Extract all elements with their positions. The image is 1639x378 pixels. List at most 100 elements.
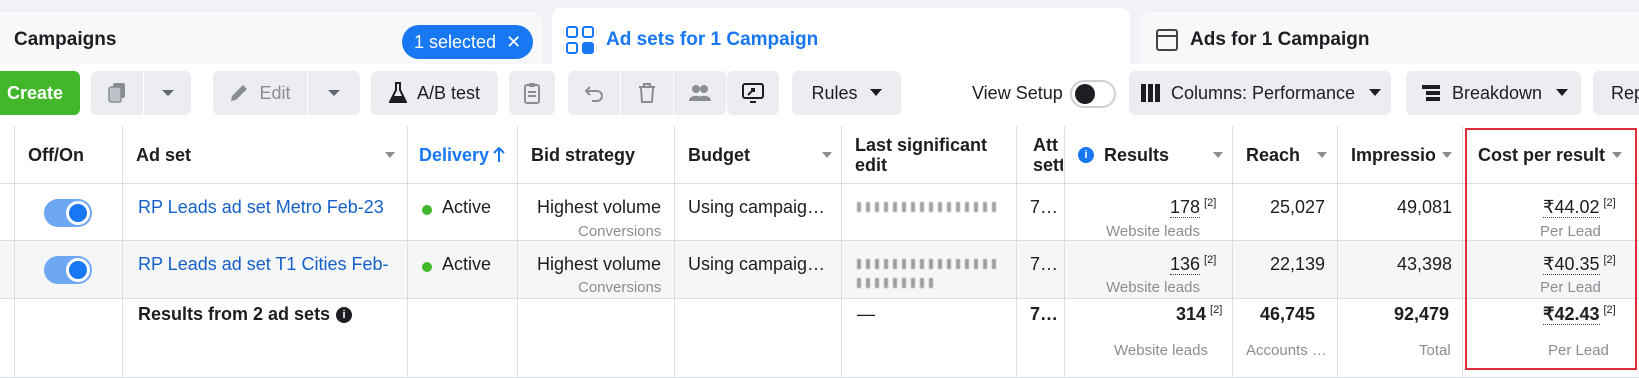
breakdown-icon — [1422, 85, 1440, 101]
summary-label: Results from 2 ad sets i — [138, 304, 353, 325]
results-sub: Website leads — [1106, 279, 1200, 296]
edit-dropdown-button[interactable] — [308, 71, 360, 115]
header-cost-per-result[interactable]: Cost per result — [1478, 126, 1605, 184]
info-icon[interactable]: i — [336, 307, 353, 324]
summary-results-sub: Website leads — [1114, 342, 1208, 359]
results-sort-icon[interactable] — [1213, 152, 1223, 158]
adset-name-link[interactable]: RP Leads ad set T1 Cities Feb-… — [138, 254, 388, 275]
summary-reach: 46,745 — [1260, 304, 1316, 324]
people-icon — [689, 85, 711, 101]
adsets-table: Off/On Ad set Delivery Bid strategy Budg… — [0, 126, 1639, 378]
header-delivery-label: Delivery — [419, 144, 490, 165]
create-button-label: Create — [6, 82, 64, 103]
columns-dropdown[interactable]: Columns: Performance — [1129, 71, 1391, 115]
attribution-value: 7… — [1030, 254, 1059, 274]
tab-campaigns[interactable]: Campaigns 1 selected ✕ — [0, 12, 542, 68]
summary-last-edit: — — [857, 304, 875, 324]
header-off-on[interactable]: Off/On — [28, 126, 84, 184]
cost-value[interactable]: ₹44.02 [2] — [1543, 197, 1616, 218]
clipboard-icon — [524, 83, 540, 104]
trash-icon — [639, 83, 655, 103]
top-strip — [0, 0, 1639, 8]
view-setup-toggle[interactable] — [1070, 80, 1116, 108]
results-value[interactable]: 178 [2] — [1170, 197, 1216, 218]
budget-sort-icon[interactable] — [822, 152, 832, 158]
summary-cost-sub: Per Lead — [1548, 342, 1609, 359]
bid-strategy: Highest volume — [537, 197, 662, 217]
breakdown-dropdown[interactable]: Breakdown — [1406, 71, 1581, 115]
header-ad-set[interactable]: Ad set — [136, 126, 191, 184]
reach-value: 25,027 — [1270, 197, 1326, 217]
undo-icon — [584, 86, 603, 102]
cost-value[interactable]: ₹40.35 [2] — [1543, 254, 1616, 275]
edit-button-label: Edit — [259, 82, 291, 103]
cost-sort-icon[interactable] — [1612, 152, 1622, 158]
impressions-sort-icon[interactable] — [1442, 152, 1452, 158]
adset-toggle[interactable] — [44, 199, 92, 227]
breakdown-label: Breakdown — [1452, 82, 1543, 103]
delivery-status: Active — [442, 254, 492, 274]
level-tabs: Campaigns 1 selected ✕ Ad sets for 1 Cam… — [0, 8, 1639, 72]
reports-label: Rep — [1611, 82, 1639, 103]
header-impressions[interactable]: Impressio — [1351, 126, 1435, 184]
cost-sub: Per Lead — [1540, 279, 1601, 296]
rules-dropdown[interactable]: Rules — [792, 71, 901, 115]
share-button[interactable] — [727, 71, 779, 115]
header-budget[interactable]: Budget — [688, 126, 750, 184]
tab-adsets-label: Ad sets for 1 Campaign — [606, 29, 819, 50]
undo-button[interactable] — [568, 71, 620, 115]
summary-reach-sub: Accounts … — [1246, 342, 1327, 359]
active-status-dot — [422, 205, 432, 215]
header-last-edit-line1: Last significant — [855, 135, 988, 155]
create-button[interactable]: Create — [0, 71, 80, 115]
pencil-icon — [231, 85, 248, 101]
delete-button[interactable] — [621, 71, 673, 115]
bid-strategy-sub: Conversions — [578, 223, 662, 240]
toolbar: Create Edit A/B test Rules View Setup Co… — [0, 64, 1639, 126]
info-icon[interactable]: i — [1078, 147, 1094, 163]
header-attribution-line1: Att — [1033, 135, 1058, 155]
columns-label: Columns: Performance — [1171, 82, 1356, 103]
header-delivery[interactable]: Delivery — [419, 126, 505, 184]
budget-value: Using campaig… — [688, 197, 826, 217]
clipboard-button[interactable] — [509, 71, 555, 115]
share-icon — [742, 83, 764, 103]
adset-toggle[interactable] — [44, 256, 92, 284]
header-last-edit[interactable]: Last significant edit — [855, 126, 987, 184]
summary-impressions: 92,479 — [1394, 304, 1450, 324]
summary-cost: ₹42.43 [2] — [1543, 304, 1616, 325]
active-status-dot — [422, 262, 432, 272]
tab-campaigns-label: Campaigns — [14, 29, 117, 50]
header-bid-strategy[interactable]: Bid strategy — [531, 126, 635, 184]
edit-button[interactable]: Edit — [213, 71, 307, 115]
header-results-label: Results — [1104, 144, 1170, 165]
cost-sub: Per Lead — [1540, 223, 1601, 240]
results-sub: Website leads — [1106, 223, 1200, 240]
results-value[interactable]: 136 [2] — [1170, 254, 1216, 275]
header-results[interactable]: i Results — [1078, 126, 1169, 184]
reports-dropdown[interactable]: Rep — [1593, 71, 1639, 115]
selected-count-pill[interactable]: 1 selected ✕ — [402, 25, 534, 59]
adset-name-link[interactable]: RP Leads ad set Metro Feb-23 — [138, 197, 384, 218]
sort-up-arrow-icon — [493, 147, 505, 162]
header-attribution[interactable]: Att sett — [1033, 126, 1063, 184]
clear-selection-icon[interactable]: ✕ — [506, 32, 521, 53]
selected-count-label: 1 selected — [414, 31, 497, 52]
duplicate-button[interactable] — [91, 71, 143, 115]
audience-button[interactable] — [674, 71, 726, 115]
ab-test-label: A/B test — [416, 82, 481, 103]
reach-sort-icon[interactable] — [1317, 152, 1327, 158]
reach-value: 22,139 — [1270, 254, 1326, 274]
caret-down-icon — [1556, 89, 1569, 96]
redacted-edit-info — [857, 259, 997, 269]
redacted-edit-info — [857, 278, 937, 288]
summary-impressions-sub: Total — [1419, 342, 1451, 359]
ad-set-sort-icon[interactable] — [385, 152, 395, 158]
tab-ads[interactable]: Ads for 1 Campaign — [1140, 12, 1639, 68]
tab-adsets[interactable]: Ad sets for 1 Campaign — [552, 8, 1130, 72]
header-attribution-line2: sett — [1033, 155, 1063, 175]
rules-label: Rules — [811, 82, 858, 103]
ab-test-button[interactable]: A/B test — [371, 71, 498, 115]
header-reach[interactable]: Reach — [1246, 126, 1300, 184]
duplicate-dropdown-button[interactable] — [144, 71, 191, 115]
